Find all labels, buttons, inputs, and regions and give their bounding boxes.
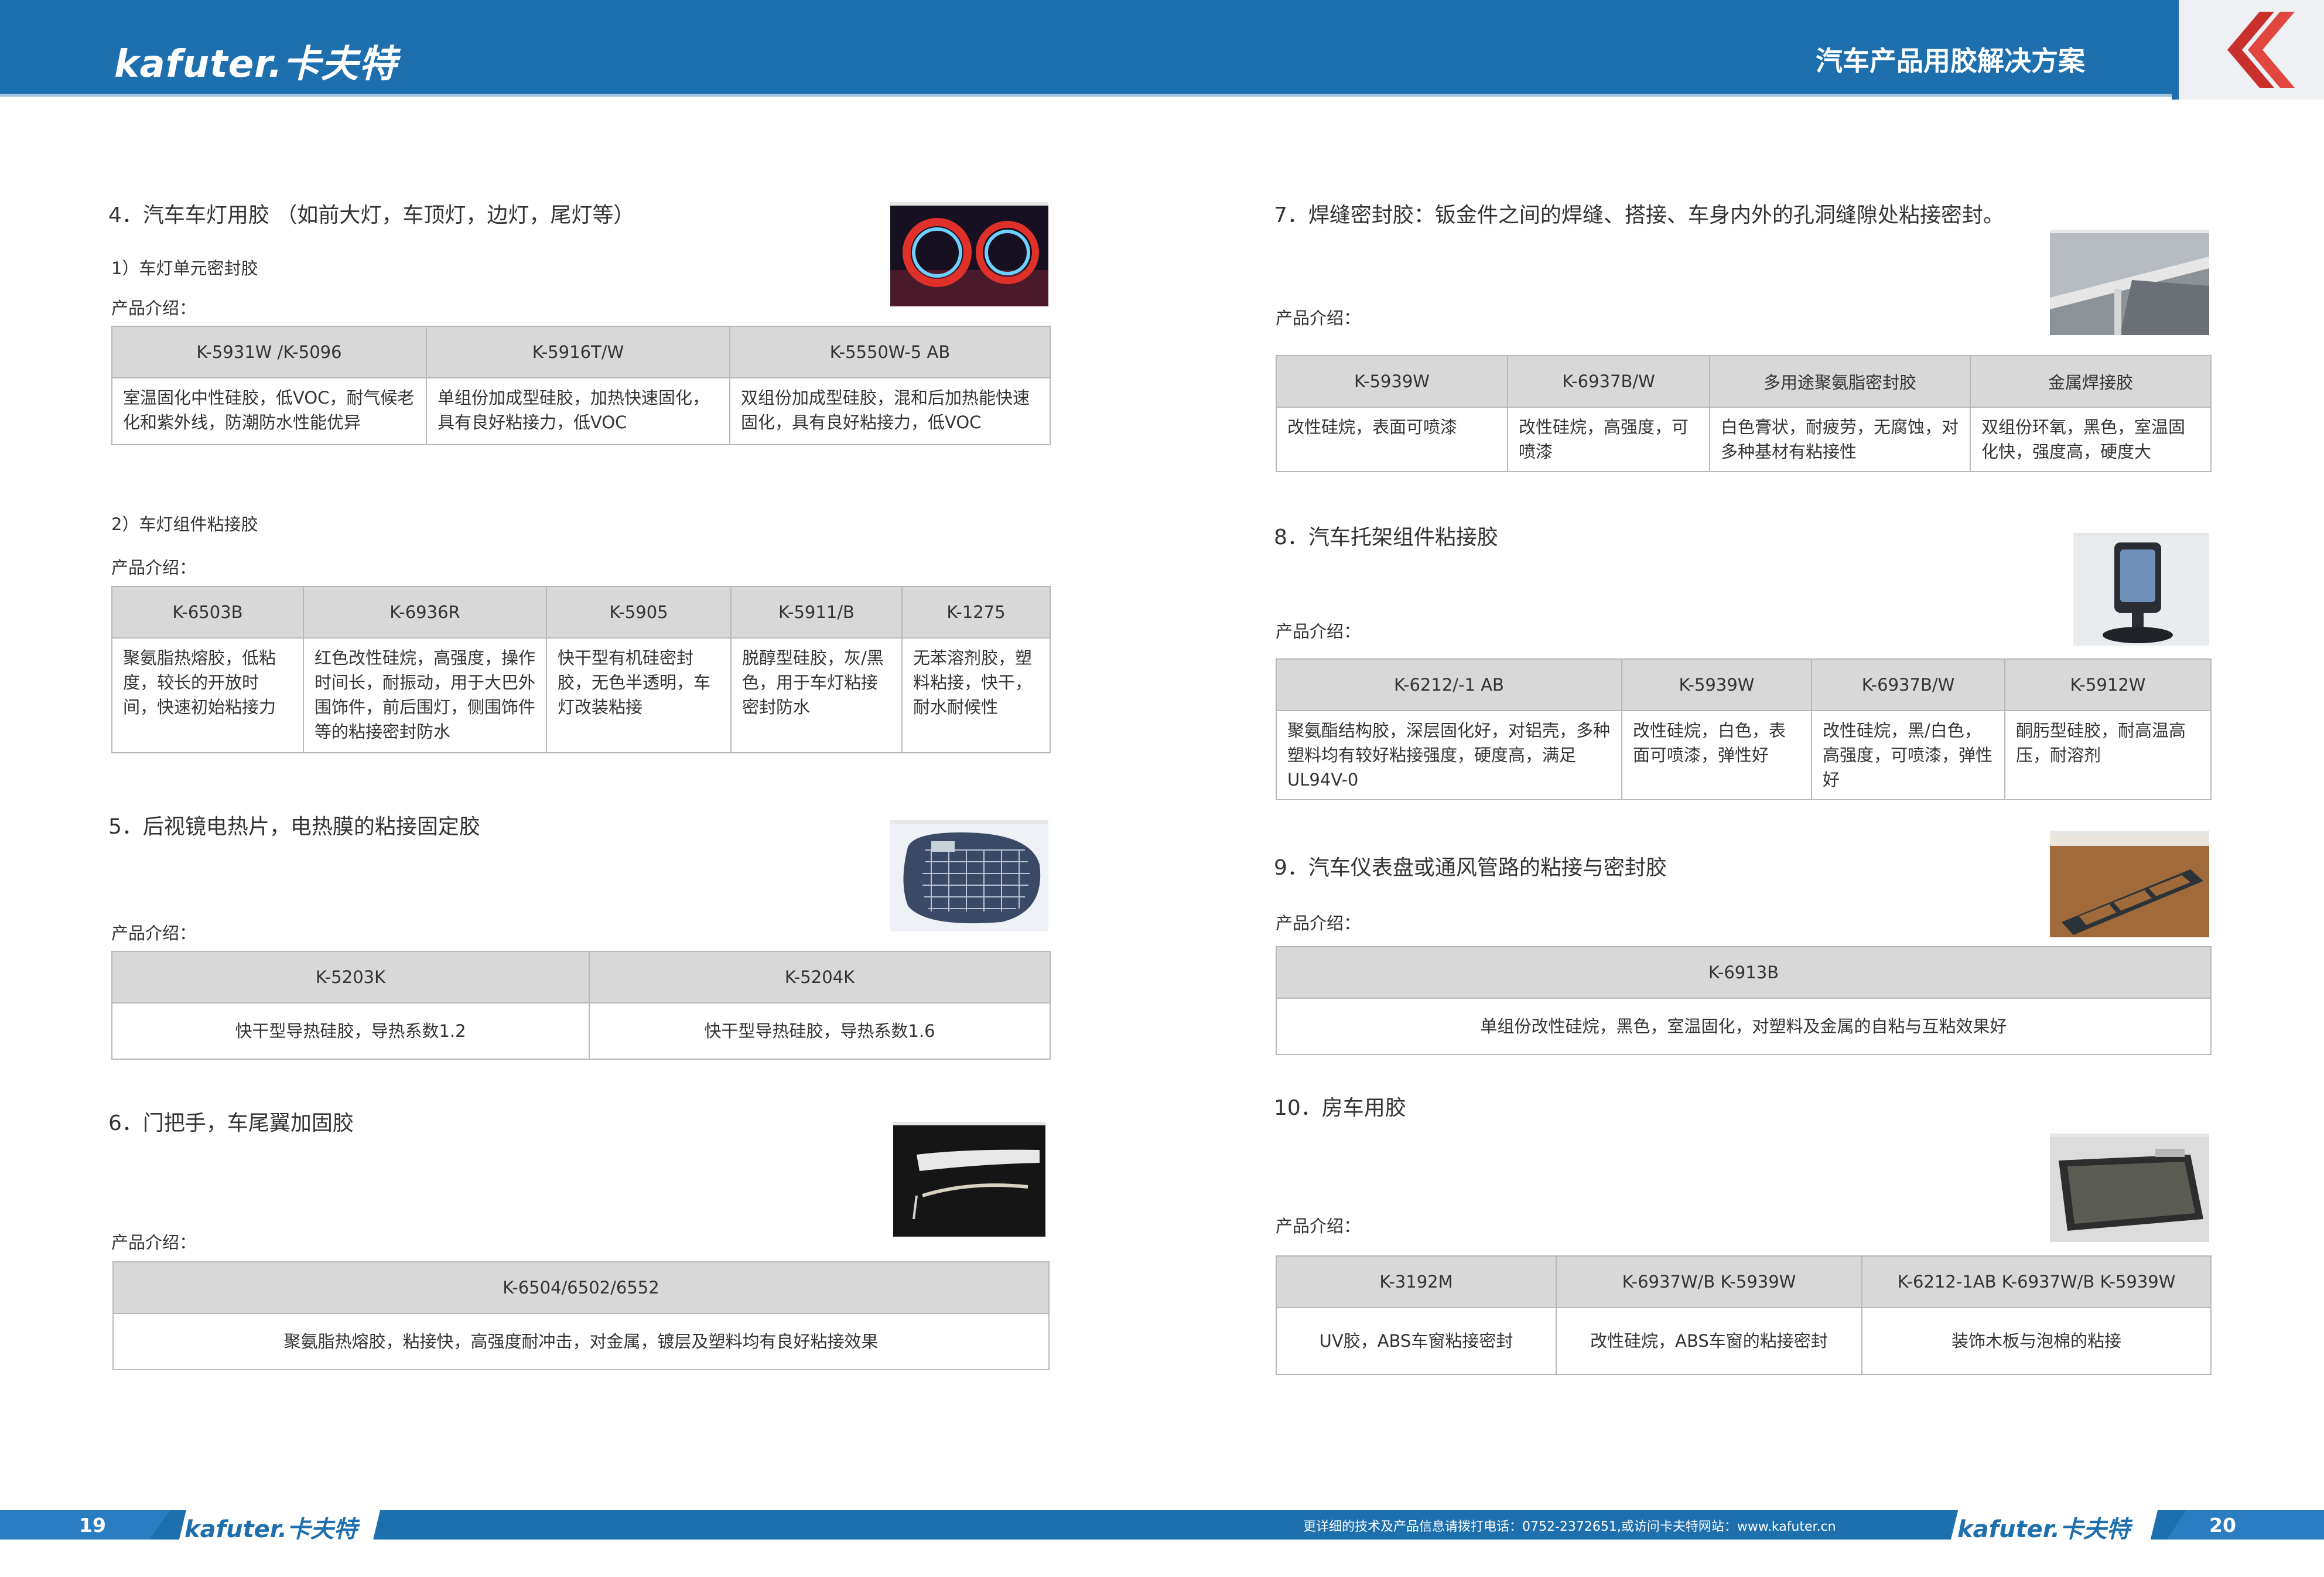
table-cell: 快干型导热硅胶，导热系数1.6 bbox=[589, 1002, 1051, 1060]
table-cell: 装饰木板与泡棉的粘接 bbox=[1861, 1307, 2212, 1375]
table-cell: 白色膏状，耐疲劳，无腐蚀，对多种基材有粘接性 bbox=[1709, 407, 1971, 472]
corner-chevron-icon bbox=[2172, 0, 2324, 100]
table-cell: 双组份环氧，黑色，室温固化快，强度高，硬度大 bbox=[1970, 407, 2212, 472]
door-handle-photo bbox=[893, 1122, 1045, 1237]
weld-seam-photo bbox=[2050, 230, 2209, 335]
table-header: K-5204K bbox=[589, 951, 1051, 1003]
table-header: K-6504/6502/6552 bbox=[112, 1261, 1050, 1314]
table-mirror-heater: K-5203K K-5204K 快干型导热硅胶，导热系数1.2 快干型导热硅胶，… bbox=[111, 951, 1051, 1060]
footer-logo-right: kafuter.卡夫特 bbox=[1950, 1508, 2158, 1542]
table-mount-assembly: K-6212/-1 AB K-5939W K-6937B/W K-5912W 聚… bbox=[1276, 658, 2212, 800]
table-cell: 聚氨脂热熔胶，低粘度，较长的开放时间，快速初始粘接力 bbox=[111, 637, 304, 753]
table-header: K-5916T/W bbox=[426, 326, 730, 378]
table-header: K-5912W bbox=[2004, 658, 2212, 711]
table-cell: UV胶，ABS车窗粘接密封 bbox=[1276, 1307, 1557, 1375]
table-dashboard-vent: K-6913B 单组份改性硅烷，黑色，室温固化，对塑料及金属的自粘与互粘效果好 bbox=[1276, 946, 2212, 1055]
table-cell: 改性硅烷，表面可喷漆 bbox=[1276, 407, 1508, 472]
table-rv-adhesive: K-3192M K-6937W/B K-5939W K-6212-1AB K-6… bbox=[1276, 1255, 2212, 1375]
table-header: K-6937B/W bbox=[1507, 355, 1710, 408]
table-cell: 单组份改性硅烷，黑色，室温固化，对塑料及金属的自粘与互粘效果好 bbox=[1276, 998, 2212, 1055]
table-cell: 室温固化中性硅胶，低VOC，耐气候老化和紫外线，防潮防水性能优异 bbox=[111, 377, 427, 445]
table-cell: 聚氨脂热熔胶，粘接快，高强度耐冲击，对金属，镀层及塑料均有良好粘接效果 bbox=[112, 1313, 1050, 1370]
product-intro-label: 产品介绍： bbox=[1276, 308, 1361, 328]
table-cell: 改性硅烷，高强度，可喷漆 bbox=[1507, 407, 1710, 472]
table-header: K-5939W bbox=[1276, 355, 1508, 408]
product-intro-label: 产品介绍： bbox=[111, 1233, 197, 1252]
table-cell: 无苯溶剂胶，塑料粘接，快干，耐水耐候性 bbox=[901, 637, 1051, 753]
subsection-2-title: 2）车灯组件粘接胶 bbox=[111, 514, 258, 534]
product-intro-label: 产品介绍： bbox=[1276, 913, 1361, 933]
table-cell: 快干型有机硅密封胶，无色半透明，车灯改装粘接 bbox=[546, 637, 732, 753]
table-header: K-5203K bbox=[111, 951, 590, 1003]
mirror-heater-photo bbox=[890, 820, 1048, 931]
footer-brand-right: kafuter.卡夫特 bbox=[1957, 1516, 2130, 1543]
brand-logo: kafuter.卡夫特 bbox=[114, 43, 397, 86]
table-lamp-sealant: K-5931W /K-5096 K-5916T/W K-5550W-5 AB 室… bbox=[111, 326, 1051, 445]
product-intro-label: 产品介绍： bbox=[1276, 622, 1361, 641]
table-header: K-6913B bbox=[1276, 946, 2212, 999]
table-header: K-5939W bbox=[1621, 658, 1812, 711]
table-header: K-6937B/W bbox=[1811, 658, 2005, 711]
footer-brand-left: kafuter.卡夫特 bbox=[184, 1516, 357, 1543]
table-header: 多用途聚氨脂密封胶 bbox=[1709, 355, 1971, 408]
table-header: K-6937W/B K-5939W bbox=[1556, 1255, 1862, 1308]
section-4-title: 4．汽车车灯用胶 （如前大灯，车顶灯，边灯，尾灯等） bbox=[108, 203, 635, 227]
section-6-title: 6．门把手，车尾翼加固胶 bbox=[108, 1111, 354, 1135]
product-intro-label: 产品介绍： bbox=[111, 923, 197, 943]
table-lamp-assembly: K-6503B K-6936R K-5905 K-5911/B K-1275 聚… bbox=[111, 586, 1051, 753]
page-number-tab-right bbox=[2167, 1510, 2324, 1540]
table-cell: 改性硅烷，黑/白色，高强度，可喷漆，弹性好 bbox=[1811, 710, 2005, 800]
section-5-title: 5．后视镜电热片，电热膜的粘接固定胶 bbox=[108, 815, 480, 839]
section-10-title: 10．房车用胶 bbox=[1274, 1096, 1406, 1120]
table-header: 金属焊接胶 bbox=[1970, 355, 2212, 408]
table-cell: 聚氨酯结构胶，深层固化好，对铝壳，多种塑料均有较好粘接强度，硬度高，满足UL94… bbox=[1276, 710, 1622, 800]
table-header: K-5911/B bbox=[730, 586, 903, 639]
table-header: K-6503B bbox=[111, 586, 304, 639]
table-header: K-6212/-1 AB bbox=[1276, 658, 1622, 711]
table-cell: 脱醇型硅胶，灰/黑色，用于车灯粘接密封防水 bbox=[730, 637, 903, 753]
dashboard-vent-photo bbox=[2050, 831, 2209, 937]
table-cell: 改性硅烷，白色，表面可喷漆，弹性好 bbox=[1621, 710, 1812, 800]
table-cell: 双组份加成型硅胶，混和后加热能快速固化，具有良好粘接力，低VOC bbox=[729, 377, 1051, 445]
table-cell: 单组份加成型硅胶，加热快速固化，具有良好粘接力，低VOC bbox=[426, 377, 730, 445]
table-cell: 快干型导热硅胶，导热系数1.2 bbox=[111, 1002, 590, 1060]
table-cell: 改性硅烷，ABS车窗的粘接密封 bbox=[1556, 1307, 1862, 1375]
phone-mount-photo bbox=[2073, 533, 2209, 646]
headlight-photo bbox=[890, 202, 1048, 306]
table-header: K-5550W-5 AB bbox=[729, 326, 1051, 378]
table-cell: 酮肟型硅胶，耐高温高压，耐溶剂 bbox=[2004, 710, 2212, 800]
product-intro-label: 产品介绍： bbox=[1276, 1216, 1361, 1236]
table-header: K-5931W /K-5096 bbox=[111, 326, 427, 378]
footer-logo-left: kafuter.卡夫特 bbox=[179, 1508, 381, 1542]
product-intro-label: 产品介绍： bbox=[111, 298, 197, 318]
product-intro-label: 产品介绍： bbox=[111, 558, 197, 578]
section-9-title: 9．汽车仪表盘或通风管路的粘接与密封胶 bbox=[1274, 856, 1667, 880]
footer-contact: 更详细的技术及产品信息请拨打电话：0752-2372651,或访问卡夫特网站：w… bbox=[1303, 1520, 1836, 1534]
rv-window-photo bbox=[2050, 1134, 2209, 1242]
section-7-title: 7．焊缝密封胶：钣金件之间的焊缝、搭接、车身内外的孔洞缝隙处粘接密封。 bbox=[1274, 203, 2004, 227]
page-number-left: 19 bbox=[79, 1514, 106, 1537]
table-door-handle: K-6504/6502/6552 聚氨脂热熔胶，粘接快，高强度耐冲击，对金属，镀… bbox=[112, 1261, 1050, 1370]
table-header: K-6212-1AB K-6937W/B K-5939W bbox=[1861, 1255, 2212, 1308]
section-8-title: 8．汽车托架组件粘接胶 bbox=[1274, 525, 1498, 549]
document-title: 汽车产品用胶解决方案 bbox=[1816, 45, 2085, 77]
table-header: K-3192M bbox=[1276, 1255, 1557, 1308]
table-weld-sealant: K-5939W K-6937B/W 多用途聚氨脂密封胶 金属焊接胶 改性硅烷，表… bbox=[1276, 355, 2212, 472]
table-header: K-1275 bbox=[901, 586, 1051, 639]
page-number-right: 20 bbox=[2209, 1514, 2236, 1537]
table-header: K-6936R bbox=[303, 586, 547, 639]
header-underline bbox=[0, 94, 2173, 97]
table-header: K-5905 bbox=[546, 586, 732, 639]
subsection-1-title: 1）车灯单元密封胶 bbox=[111, 258, 258, 278]
table-cell: 红色改性硅烷，高强度，操作时间长，耐振动，用于大巴外围饰件，前后围灯，侧围饰件等… bbox=[303, 637, 547, 753]
